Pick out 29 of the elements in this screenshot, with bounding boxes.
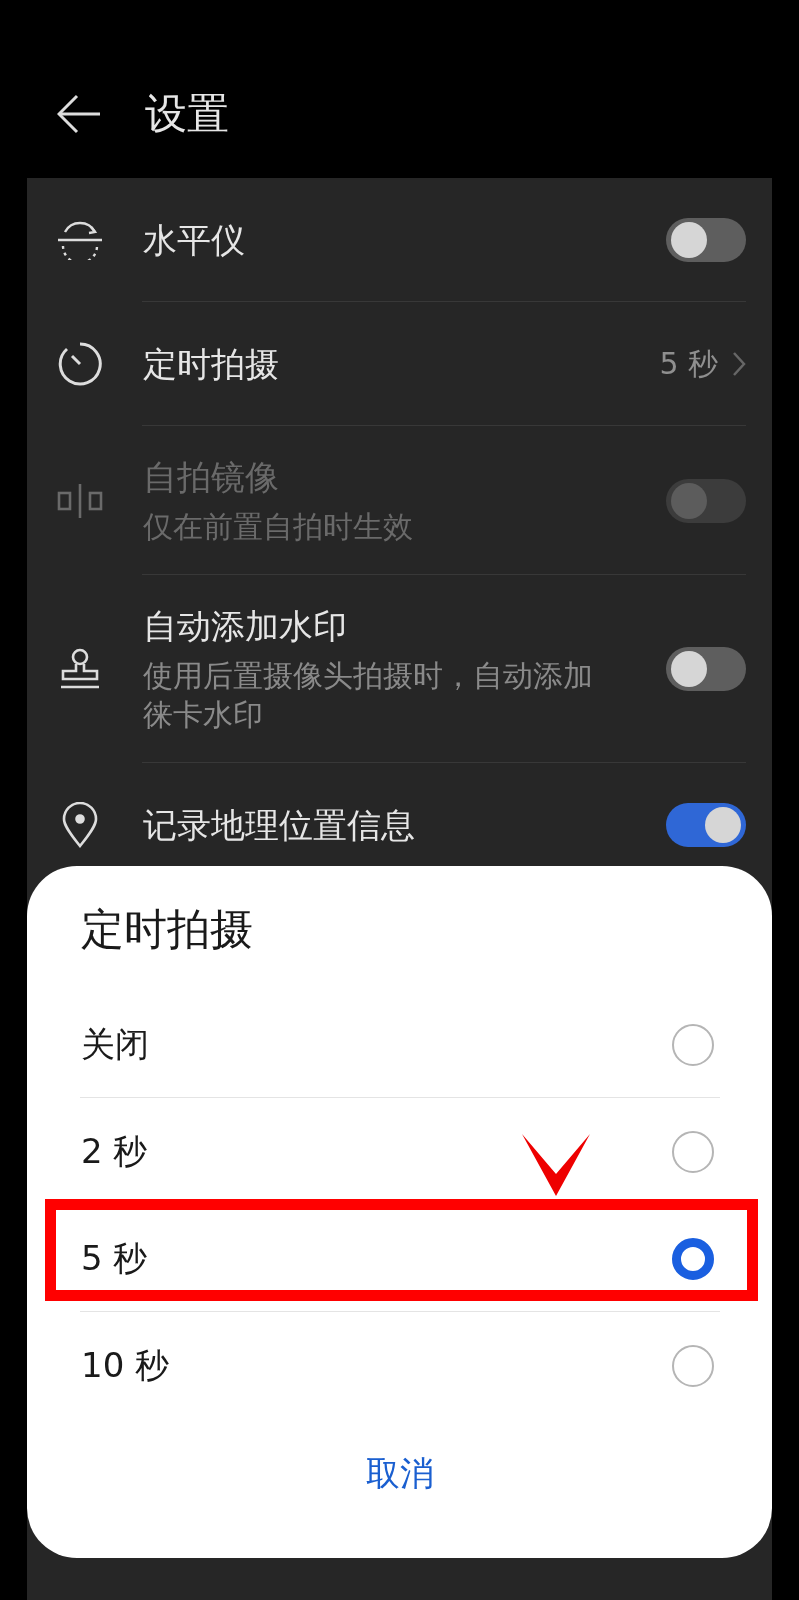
radio-button[interactable] xyxy=(672,1023,714,1066)
setting-title: 自拍镜像 xyxy=(143,456,280,499)
toggle-switch[interactable] xyxy=(666,218,746,262)
radio-button[interactable] xyxy=(672,1344,714,1387)
radio-button[interactable] xyxy=(672,1130,714,1173)
stamp-icon xyxy=(59,647,101,691)
setting-description: 仅在前置自拍时生效 xyxy=(143,508,414,546)
setting-title: 自动添加水印 xyxy=(143,605,348,648)
mirror-icon xyxy=(57,482,103,519)
timer-option[interactable]: 10 秒 xyxy=(81,1342,170,1389)
timer-option[interactable]: 5 秒 xyxy=(81,1235,148,1282)
setting-title: 水平仪 xyxy=(143,219,246,262)
page-title: 设置 xyxy=(145,89,229,139)
setting-title: 记录地理位置信息 xyxy=(143,804,416,847)
toggle-switch[interactable] xyxy=(666,647,746,691)
radio-button[interactable] xyxy=(672,1237,714,1280)
chevron-right-icon[interactable] xyxy=(732,351,746,377)
level-icon xyxy=(57,220,103,260)
dialog-title: 定时拍摄 xyxy=(81,903,254,955)
toggle-switch[interactable] xyxy=(666,803,746,847)
timer-option[interactable]: 2 秒 xyxy=(81,1128,148,1175)
pointer-arrow-icon xyxy=(522,1134,590,1196)
setting-value: 5 秒 xyxy=(659,344,718,383)
timer-icon xyxy=(57,341,103,387)
timer-option[interactable]: 关闭 xyxy=(81,1021,149,1068)
cancel-button[interactable]: 取消 xyxy=(345,1443,454,1505)
setting-description: 使用后置摄像头拍摄时，自动添加徕卡水印 xyxy=(143,657,594,734)
location-pin-icon xyxy=(61,802,99,848)
setting-title: 定时拍摄 xyxy=(143,343,280,386)
